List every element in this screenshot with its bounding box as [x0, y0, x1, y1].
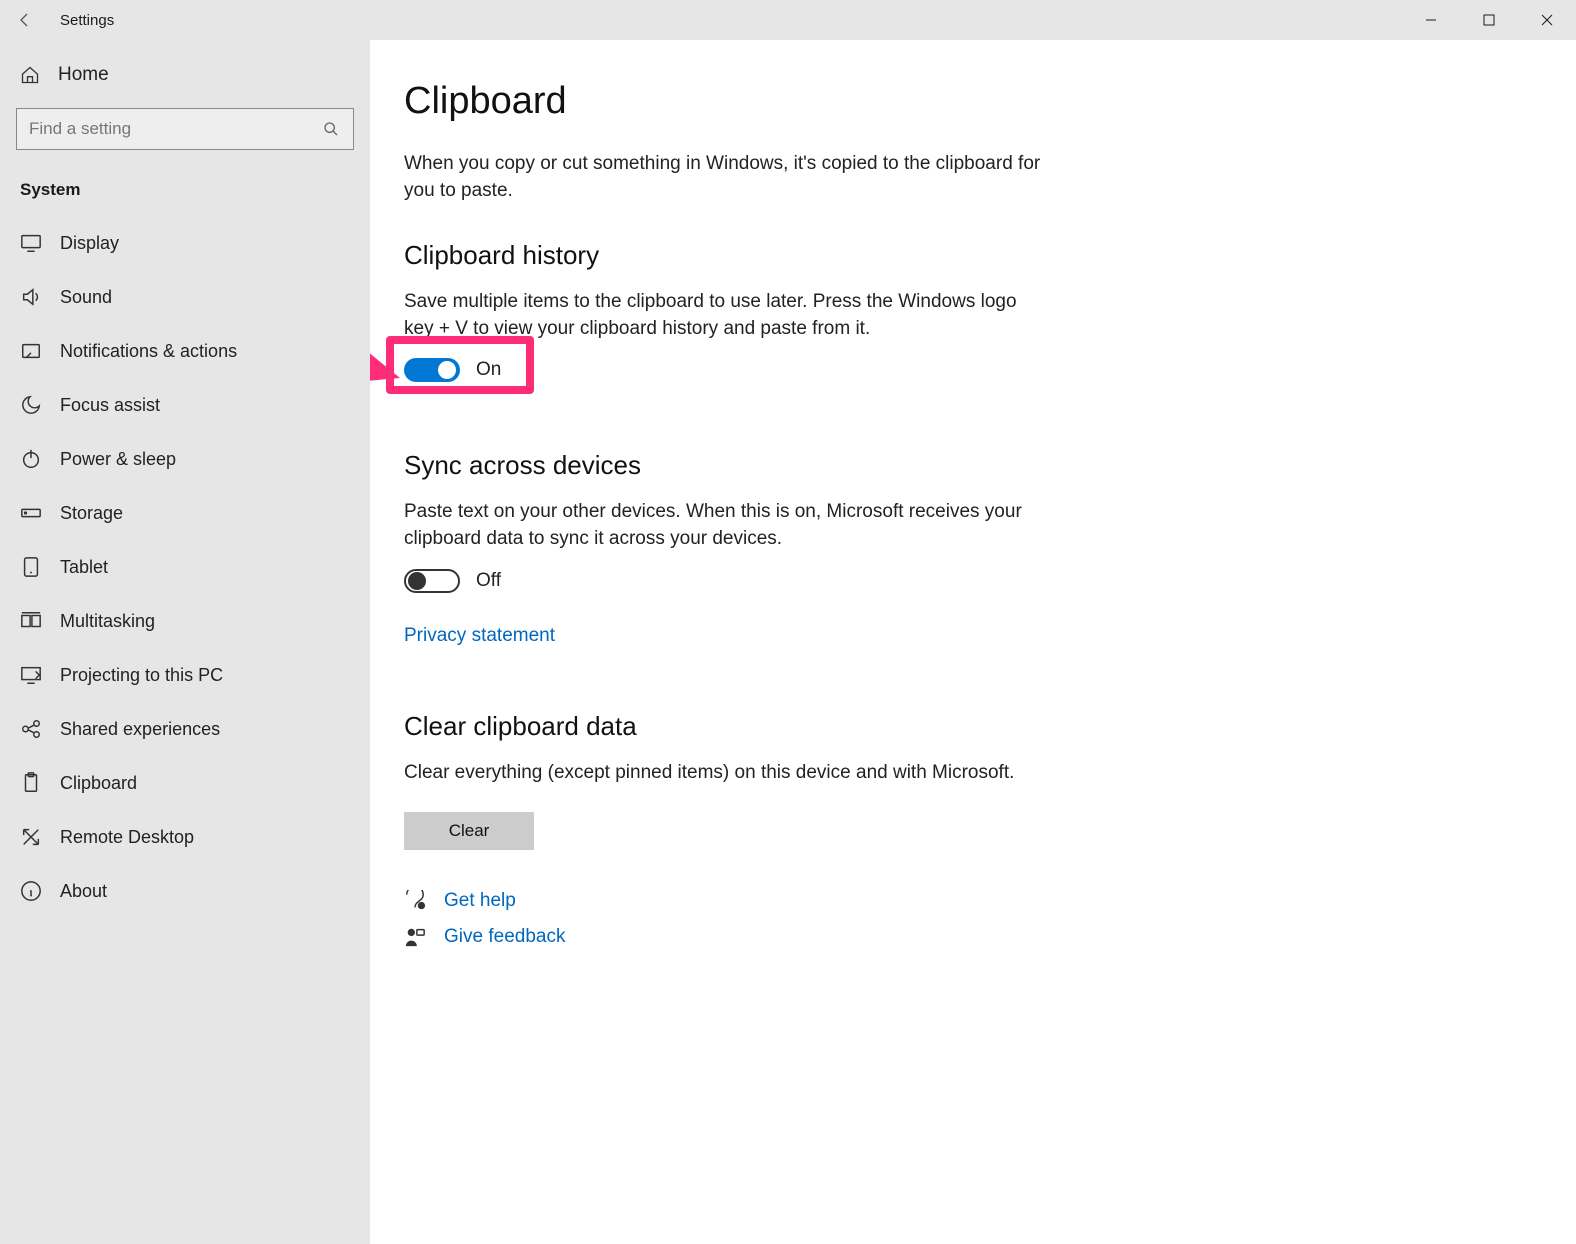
- sync-heading: Sync across devices: [404, 450, 1542, 481]
- feedback-row[interactable]: Give feedback: [404, 926, 1542, 948]
- help-icon: [404, 890, 426, 912]
- clipboard-icon: [20, 772, 42, 794]
- sidebar-item-label: Tablet: [60, 557, 108, 578]
- sidebar-item-notifications[interactable]: Notifications & actions: [0, 324, 370, 378]
- privacy-link[interactable]: Privacy statement: [404, 625, 555, 647]
- search-icon: [321, 121, 341, 137]
- close-button[interactable]: [1518, 0, 1576, 40]
- sidebar-item-label: Clipboard: [60, 773, 137, 794]
- main-content: Clipboard When you copy or cut something…: [370, 40, 1576, 1244]
- history-heading: Clipboard history: [404, 240, 1542, 271]
- info-icon: [20, 880, 42, 902]
- maximize-icon: [1483, 14, 1495, 26]
- sync-desc: Paste text on your other devices. When t…: [404, 499, 1044, 552]
- clear-heading: Clear clipboard data: [404, 711, 1542, 742]
- sidebar-item-label: Focus assist: [60, 395, 160, 416]
- sidebar-item-label: Display: [60, 233, 119, 254]
- sidebar: Home System Display Sound: [0, 40, 370, 1244]
- back-button[interactable]: [0, 0, 50, 40]
- sidebar-item-power-sleep[interactable]: Power & sleep: [0, 432, 370, 486]
- sidebar-item-label: Multitasking: [60, 611, 155, 632]
- sync-toggle-label: Off: [476, 570, 501, 592]
- window-title: Settings: [50, 12, 114, 29]
- minimize-button[interactable]: [1402, 0, 1460, 40]
- sidebar-item-label: Power & sleep: [60, 449, 176, 470]
- arrow-left-icon: [17, 12, 33, 28]
- history-desc: Save multiple items to the clipboard to …: [404, 289, 1044, 342]
- monitor-icon: [20, 232, 42, 254]
- sidebar-item-focus-assist[interactable]: Focus assist: [0, 378, 370, 432]
- sidebar-item-remote-desktop[interactable]: Remote Desktop: [0, 810, 370, 864]
- multitasking-icon: [20, 610, 42, 632]
- sidebar-item-clipboard[interactable]: Clipboard: [0, 756, 370, 810]
- intro-text: When you copy or cut something in Window…: [404, 151, 1044, 204]
- sidebar-item-sound[interactable]: Sound: [0, 270, 370, 324]
- clear-desc: Clear everything (except pinned items) o…: [404, 760, 1044, 787]
- sidebar-item-tablet[interactable]: Tablet: [0, 540, 370, 594]
- annotation-arrow: [370, 210, 400, 395]
- history-toggle[interactable]: [404, 358, 460, 382]
- sync-toggle[interactable]: [404, 569, 460, 593]
- sidebar-item-label: Projecting to this PC: [60, 665, 223, 686]
- sidebar-item-about[interactable]: About: [0, 864, 370, 918]
- sidebar-item-label: Shared experiences: [60, 719, 220, 740]
- sidebar-group-label: System: [0, 170, 370, 216]
- sidebar-item-label: About: [60, 881, 107, 902]
- titlebar: Settings: [0, 0, 1576, 40]
- sidebar-nav: Display Sound Notifications & actions Fo…: [0, 216, 370, 918]
- search-input[interactable]: [29, 119, 321, 139]
- share-icon: [20, 718, 42, 740]
- history-toggle-row: On: [404, 358, 1542, 382]
- notification-icon: [20, 340, 42, 362]
- home-button[interactable]: Home: [0, 58, 370, 108]
- sidebar-item-shared-experiences[interactable]: Shared experiences: [0, 702, 370, 756]
- moon-icon: [20, 394, 42, 416]
- power-icon: [20, 448, 42, 470]
- sidebar-item-multitasking[interactable]: Multitasking: [0, 594, 370, 648]
- home-label: Home: [58, 64, 109, 86]
- projecting-icon: [20, 664, 42, 686]
- sidebar-item-label: Remote Desktop: [60, 827, 194, 848]
- sidebar-item-projecting[interactable]: Projecting to this PC: [0, 648, 370, 702]
- maximize-button[interactable]: [1460, 0, 1518, 40]
- sidebar-item-label: Storage: [60, 503, 123, 524]
- page-title: Clipboard: [404, 80, 1542, 123]
- sidebar-item-display[interactable]: Display: [0, 216, 370, 270]
- sidebar-item-label: Notifications & actions: [60, 341, 237, 362]
- search-box[interactable]: [16, 108, 354, 150]
- close-icon: [1541, 14, 1553, 26]
- feedback-icon: [404, 926, 426, 948]
- remote-desktop-icon: [20, 826, 42, 848]
- clear-button[interactable]: Clear: [404, 812, 534, 850]
- history-toggle-label: On: [476, 359, 501, 381]
- sidebar-item-storage[interactable]: Storage: [0, 486, 370, 540]
- tablet-icon: [20, 556, 42, 578]
- get-help-link[interactable]: Get help: [444, 890, 516, 912]
- get-help-row[interactable]: Get help: [404, 890, 1542, 912]
- storage-icon: [20, 502, 42, 524]
- feedback-link[interactable]: Give feedback: [444, 926, 565, 948]
- speaker-icon: [20, 286, 42, 308]
- home-icon: [20, 65, 40, 85]
- minimize-icon: [1425, 14, 1437, 26]
- sidebar-item-label: Sound: [60, 287, 112, 308]
- sync-toggle-row: Off: [404, 569, 1542, 593]
